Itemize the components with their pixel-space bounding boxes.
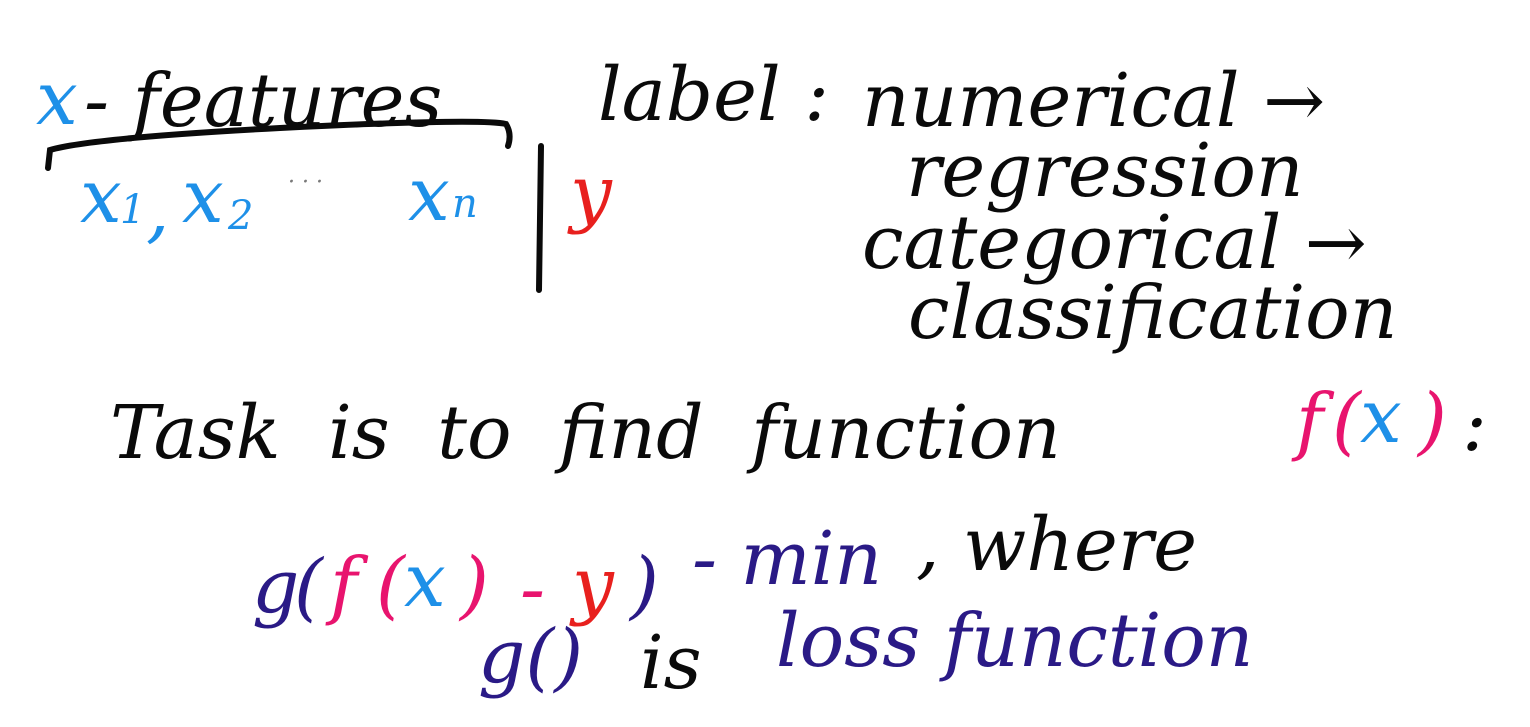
task-close-paren: )	[1418, 378, 1447, 464]
whiteboard-canvas: x - features x 1 , x 2 · · · x n y label…	[0, 0, 1530, 727]
features-caption: - features	[84, 58, 443, 144]
formula-close-paren: )	[630, 542, 659, 628]
formula-fx-close: )	[460, 542, 489, 628]
formula-x: x	[404, 538, 446, 624]
formula-y: y	[572, 542, 614, 628]
x1-symbol: x	[80, 154, 122, 240]
formula-where: , where	[916, 502, 1198, 588]
label-separator-line	[536, 143, 544, 293]
formula-min: - min	[692, 516, 883, 602]
formula-open-paren: (	[294, 544, 323, 630]
ellipsis-dots: · · ·	[288, 170, 323, 195]
formula-f: f	[330, 542, 358, 628]
x2-symbol: x	[182, 154, 224, 240]
label-title: label :	[598, 52, 830, 138]
x-variable: x	[36, 56, 78, 142]
formula-g: g	[252, 544, 300, 630]
loss-g-parens: g()	[478, 614, 584, 700]
xn-symbol: x	[408, 152, 450, 238]
numerical-text: numerical →	[862, 58, 1326, 144]
task-sentence: Task is to find function	[110, 390, 1061, 476]
xn-subscript: n	[452, 181, 478, 227]
x2-subscript: 2	[228, 193, 254, 239]
task-open-paren: (	[1332, 378, 1361, 464]
task-f: f	[1296, 378, 1324, 464]
classification-text: classification	[908, 270, 1398, 356]
task-colon: :	[1462, 382, 1487, 468]
regression-text: regression	[906, 128, 1304, 214]
x1-subscript: 1	[120, 187, 146, 233]
task-x: x	[1360, 374, 1402, 460]
loss-is: is	[640, 620, 702, 706]
y-label-symbol: y	[570, 150, 612, 236]
formula-fx-open: (	[376, 542, 405, 628]
loss-function-text: loss function	[776, 598, 1254, 684]
features-comma: ,	[146, 166, 170, 252]
categorical-text: categorical →	[862, 200, 1367, 286]
